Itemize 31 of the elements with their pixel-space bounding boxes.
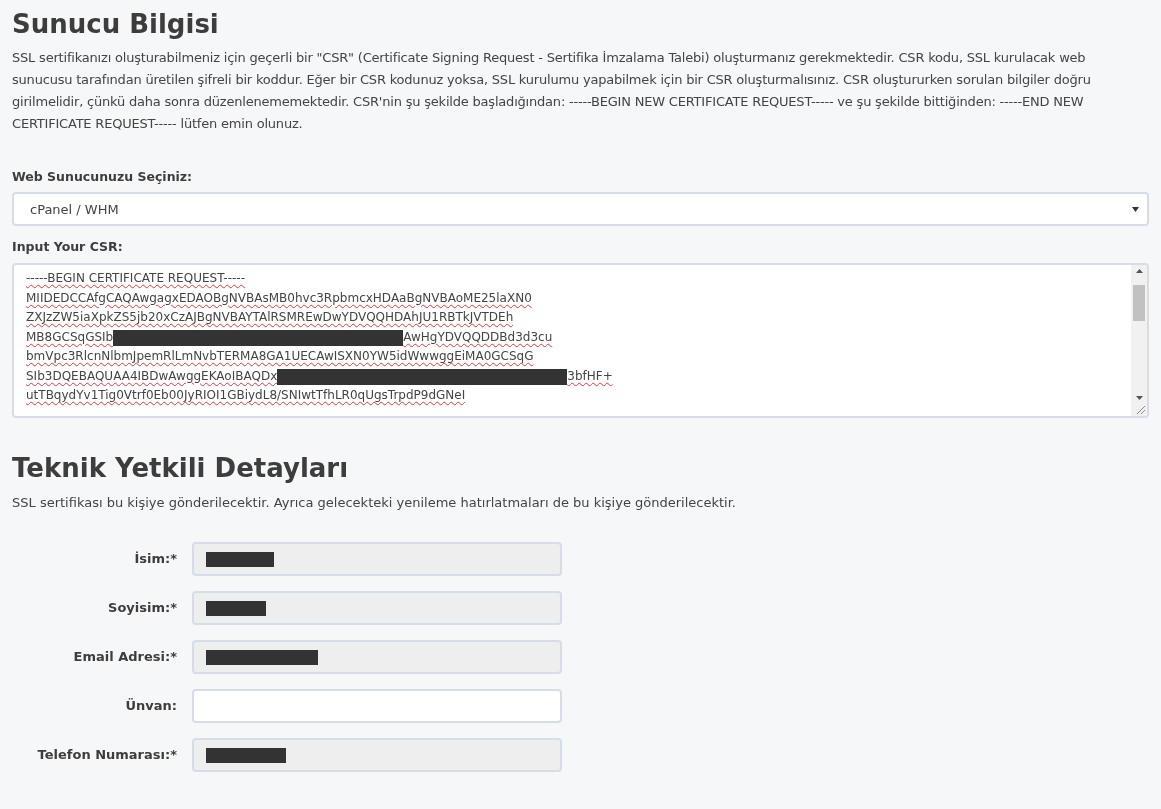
- description-text: SSL sertifikanızı oluşturabilmeniz için geçerli bir "CSR" (Certificate Signing Request - Sertifika İmzalama Talebi) oluşturmanız gerekmektedir. CSR kodu, SSL kurulacak web sunucusu tarafından üretilen şifreli bir koddur. Eğer bir CSR kodunuz yoksa, SSL kurulumu yapabilmek için bir CSR oluşturmalısınız. CSR oluştururken sorulan bilgiler doğru girilmelidir, çünkü daha sonra düzenlenememektedir. CSR'nin şu şekilde başladığından: -----BEGIN NEW CERTIFICATE REQUEST----- ve şu şekilde bittiğinden: -----END NEW CERTIFICATE REQUEST----- lütfen emin olunuz.: [12, 48, 1092, 133]
- up-arrow-icon[interactable]: [1135, 269, 1143, 273]
- field-label: İsim:*: [133, 550, 178, 569]
- section-title: Sunucu Bilgisi: [12, 8, 220, 41]
- field-label: Web Sunucunuzu Seçiniz:: [12, 167, 194, 186]
- field-label: Ünvan:: [124, 697, 178, 716]
- field-label: Email Adresi:*: [72, 648, 178, 667]
- field-label: Soyisim:*: [107, 599, 178, 618]
- csr-text: SIb3DQEBAQUAA4IBDwAwggEKAoIBAQDx: [26, 367, 278, 385]
- redaction-bar: [206, 551, 274, 567]
- field-label: Input Your CSR:: [12, 238, 124, 257]
- field-label: Telefon Numarası:*: [36, 746, 178, 765]
- csr-text: bmVpc3RlcnNlbmJpemRlLmNvbTERMA8GA1UECAwISXN0YW5idWwwggEiMA0GCSqG: [26, 348, 534, 365]
- csr-text: ZXJzZW5iaXpkZS5jb20xCzAJBgNVBAYTAlRSMREwDwYDVQQHDAhJU1RBTkJVTDEh: [26, 309, 514, 326]
- down-arrow-icon[interactable]: [1135, 396, 1143, 400]
- redaction-bar: [206, 600, 266, 616]
- csr-textarea[interactable]: [12, 263, 1149, 418]
- description-text: SSL sertifikası bu kişiye gönderilecektir. Ayrıca gelecekteki yenileme hatırlatmaları de bu kişiye gönderilecektir.: [12, 493, 737, 512]
- csr-text: MB8GCSqGSIb: [26, 328, 114, 346]
- csr-text: utTBqydYv1Tig0Vtrf0Eb00JyRIOI1GBiydL8/SNIwtTfhLR0qUgsTrpdP9dGNeI: [26, 387, 466, 404]
- csr-text: MIIDEDCCAfgCAQAwgagxEDAOBgNVBAsMB0hvc3RpbmcxHDAaBgNVBAoME25laXN0: [26, 289, 532, 307]
- csr-text: 3bfHF+: [567, 367, 613, 385]
- server-select[interactable]: cPanel / WHM: [12, 192, 1149, 227]
- csr-text: -----BEGIN CERTIFICATE REQUEST-----: [26, 270, 245, 287]
- section-title: Teknik Yetkili Detayları: [12, 452, 350, 485]
- scrollbar[interactable]: [1131, 265, 1147, 416]
- scrollbar-thumb[interactable]: [1133, 284, 1145, 321]
- resize-grip-icon[interactable]: [1136, 405, 1145, 414]
- input-field[interactable]: [192, 689, 562, 723]
- csr-text: AwHgYDVQQDDBd3d3cu: [403, 328, 553, 346]
- caret-icon: [1132, 206, 1139, 212]
